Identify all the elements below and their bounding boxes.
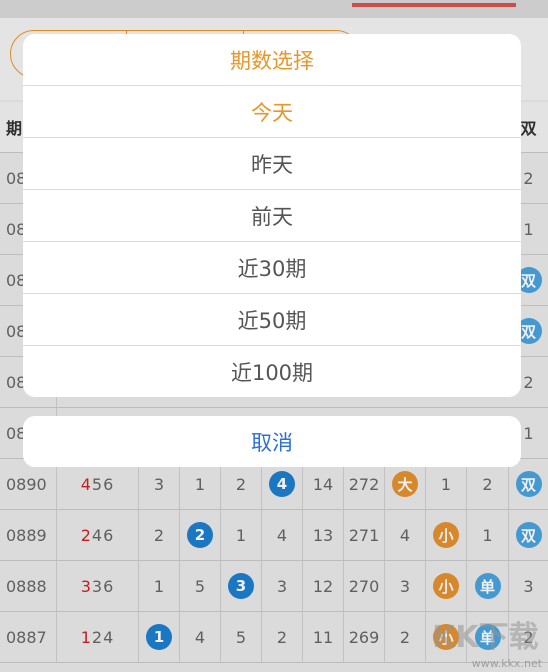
watermark-url: www.kkx.net	[471, 657, 542, 670]
option-last-100[interactable]: 近100期	[23, 346, 521, 397]
option-yesterday[interactable]: 昨天	[23, 138, 521, 190]
period-select-sheet: 期数选择 今天 昨天 前天 近30期 近50期 近100期	[23, 34, 521, 397]
cancel-button[interactable]: 取消	[23, 416, 521, 467]
watermark-logo: KK下载	[432, 620, 539, 655]
sheet-title: 期数选择	[23, 34, 521, 86]
option-last-30[interactable]: 近30期	[23, 242, 521, 294]
option-last-50[interactable]: 近50期	[23, 294, 521, 346]
option-today[interactable]: 今天	[23, 86, 521, 138]
option-day-before[interactable]: 前天	[23, 190, 521, 242]
